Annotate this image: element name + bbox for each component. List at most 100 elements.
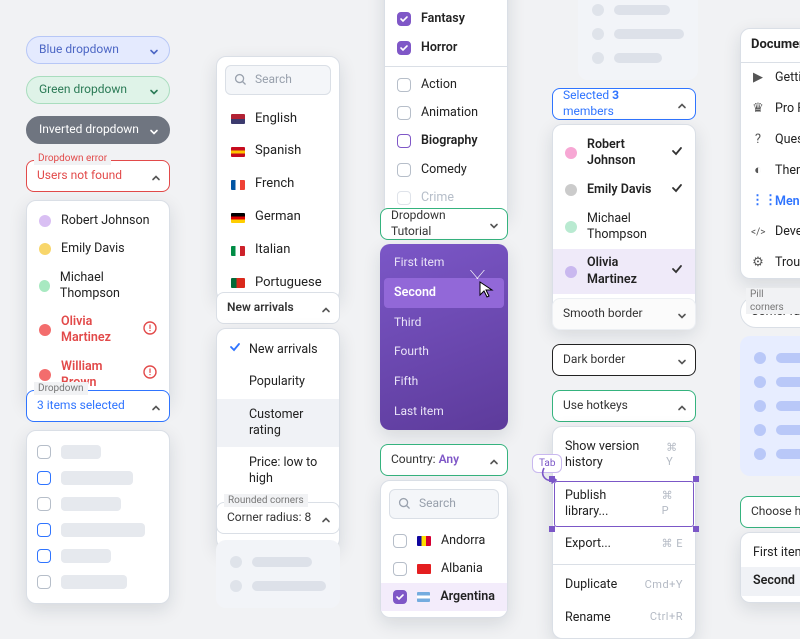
doc-item[interactable]: ▶Gettin [741,63,800,94]
member-item[interactable]: Olivia Martinez [553,249,695,294]
country-item[interactable]: Albania [381,555,507,583]
skeleton-row[interactable] [37,517,159,543]
language-item[interactable]: German [217,201,339,234]
tutorial-item-selected[interactable]: Second [384,278,504,308]
crown-icon: ♛ [751,101,765,118]
hotkey-item[interactable]: Export...⌘ E [553,528,695,560]
member-item[interactable]: Emily Davis [553,176,695,205]
flag-icon [231,213,245,223]
choose-item[interactable]: Second [741,567,800,595]
sort-option[interactable]: Popularity [217,366,339,398]
skeleton-row[interactable] [37,569,159,595]
hotkeys-dropdown[interactable]: Use hotkeys [552,390,696,422]
member-item[interactable]: Michael Thompson [553,205,695,250]
tutorial-item[interactable]: Fifth [384,367,504,397]
doc-item[interactable]: </>Devel [741,217,800,247]
country-label: Andorra [441,533,485,549]
hotkey-shortcut: ⌘ P [662,489,683,518]
member-name: Emily Davis [587,182,661,198]
country-dropdown[interactable]: Country: Any [380,444,508,476]
tutorial-item[interactable]: First item [384,248,504,278]
selection-label: 3 items selected [37,398,143,414]
doc-item[interactable]: ⚙Troubl [741,248,800,279]
hotkey-item[interactable]: Show version history⌘ Y [553,431,695,480]
hotkeys-label: Use hotkeys [563,398,669,414]
user-item[interactable]: Robert Johnson [27,207,169,235]
country-item[interactable]: Argentina [381,583,507,611]
doc-label: Quest [775,132,800,148]
genre-item[interactable]: Action [385,71,507,99]
tutorial-item[interactable]: Fourth [384,337,504,367]
hotkey-label: Publish library... [565,488,650,521]
smooth-border-dropdown[interactable]: Smooth border [552,298,696,330]
sort-dropdown[interactable]: New arrivals [216,292,340,324]
tutorial-item-label: Second [394,285,436,300]
genre-item[interactable]: Comedy [385,156,507,184]
user-item[interactable]: Michael Thompson [27,264,169,309]
hotkey-item-focus[interactable]: Publish library... ⌘ P [553,480,695,529]
check-icon [671,182,683,199]
user-item[interactable]: Emily Davis [27,235,169,263]
chevron-up-icon [151,172,159,180]
hotkey-item[interactable]: RenameCtrl+R [553,602,695,634]
chevron-down-icon [677,310,685,318]
sort-option[interactable]: New arrivals [217,333,339,366]
inverted-dropdown-label: Inverted dropdown [39,122,141,138]
tutorial-item[interactable]: Last item [384,397,504,427]
country-item[interactable]: Andorra [381,527,507,555]
inverted-dropdown-chip[interactable]: Inverted dropdown [26,116,170,144]
genre-item[interactable]: Biography [385,127,507,155]
member-name: Olivia Martinez [587,255,661,288]
doc-label: Troubl [775,255,800,271]
documents-panel: Document ▶Gettin ♛Pro Fe ?Quest ◐ Theme ⋮… [740,28,800,279]
genre-label: Horror [421,40,457,56]
doc-item[interactable]: ♛Pro Fe [741,94,800,125]
sort-option[interactable]: Customer rating [217,399,339,448]
checkbox-icon [393,534,407,548]
language-search-input[interactable]: Search [225,65,331,95]
theme-icon: ◐ [751,163,765,180]
user-item[interactable]: Olivia Martinez [27,308,169,353]
error-legend: Dropdown error [34,152,111,165]
doc-item[interactable]: ◐ Theme [741,156,800,187]
skeleton-row[interactable] [37,439,159,465]
tutorial-item[interactable]: Third [384,308,504,338]
selection-skeleton-panel [26,430,170,604]
member-item[interactable]: Robert Johnson [553,131,695,176]
language-item[interactable]: Italian [217,234,339,267]
language-item[interactable]: English [217,103,339,136]
blue-dropdown-chip[interactable]: Blue dropdown [26,36,170,64]
language-item[interactable]: French [217,168,339,201]
genre-label: Action [421,77,457,93]
check-icon [671,145,683,162]
choose-label: Choose he [751,504,800,520]
genre-item[interactable]: Horror [385,34,507,62]
choose-item[interactable]: First item [741,539,800,567]
checkbox-icon [397,41,411,55]
dark-border-dropdown[interactable]: Dark border [552,344,696,376]
green-dropdown-chip[interactable]: Green dropdown [26,76,170,104]
members-dropdown[interactable]: Selected 3 members [552,88,696,120]
hotkey-item[interactable]: DuplicateCmd+Y [553,569,695,601]
genre-label: Comedy [421,162,467,178]
user-color-dot [39,369,51,381]
doc-item[interactable]: ?Quest [741,125,800,156]
doc-item-active[interactable]: ⋮⋮Menu [741,186,800,217]
country-search-input[interactable]: Search [389,489,499,519]
checkbox-icon [37,497,51,511]
genre-item[interactable]: Fantasy [385,5,507,33]
documents-header: Document [741,29,800,62]
skeleton-row[interactable] [37,543,159,569]
sort-option-label: Popularity [229,374,305,390]
skeleton-row[interactable] [37,465,159,491]
skeleton-row[interactable] [37,491,159,517]
doc-label: Theme [775,163,800,179]
language-item[interactable]: Spanish [217,135,339,168]
choose-dropdown[interactable]: Choose he [740,496,800,528]
sort-option[interactable]: Price: low to high [217,447,339,496]
code-icon: </> [751,226,765,239]
genre-item[interactable]: Animation [385,99,507,127]
genre-label: Biography [421,133,478,149]
tutorial-dropdown[interactable]: Dropdown Tutorial [380,208,508,240]
user-name: Olivia Martinez [61,314,133,347]
